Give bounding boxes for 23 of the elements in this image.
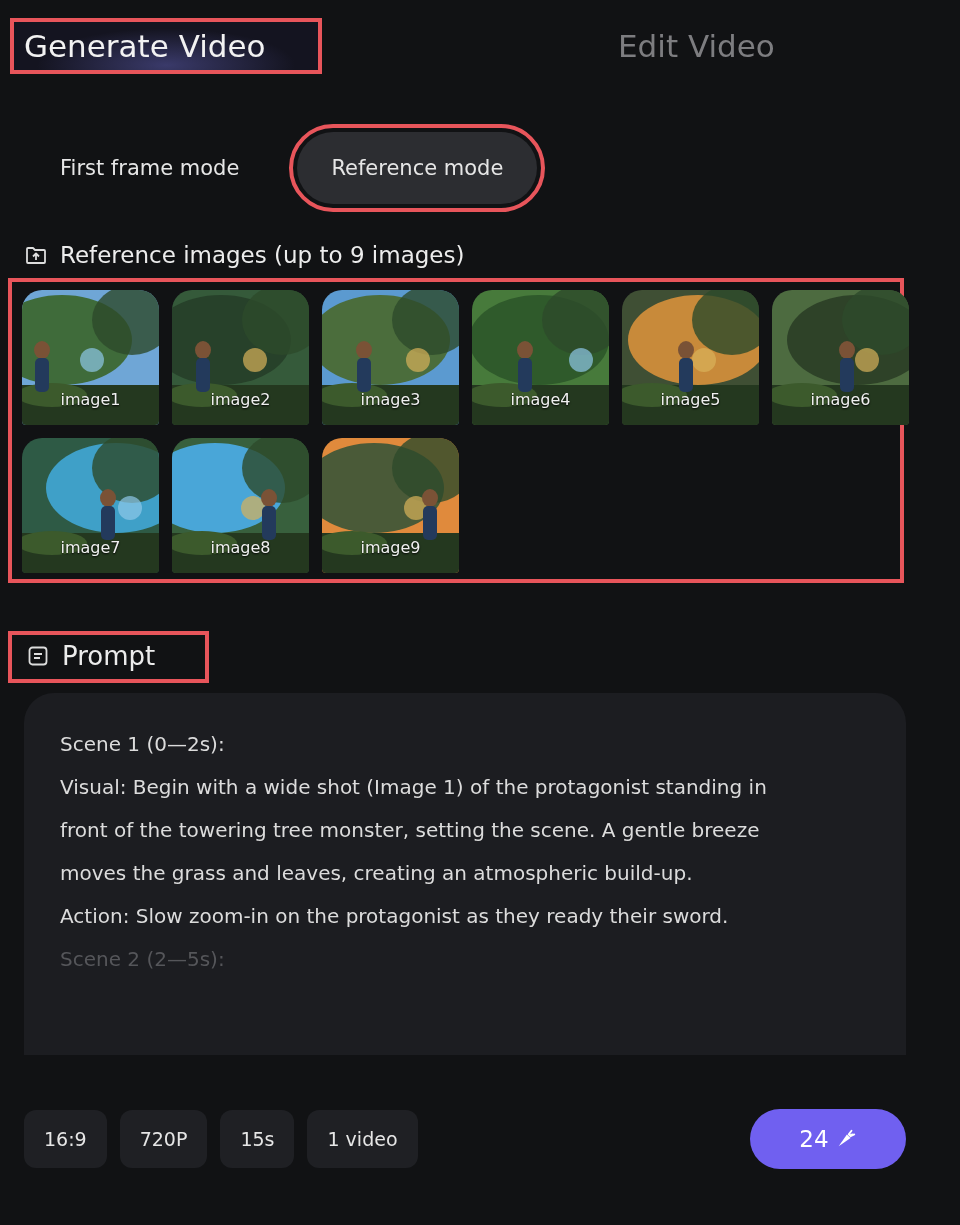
image-caption: image5 <box>659 390 722 409</box>
option-button[interactable]: 720P <box>119 1110 208 1168</box>
prompt-text: Visual: Begin with a wide shot (Image 1) of the protagonist standing in front of the towering tree monster, setting the scene. A gentle breeze moves the grass and leaves, creating an atmospheric build-up. <box>60 774 768 887</box>
prompt-text: Scene 2 (2—5s): <box>60 946 226 973</box>
prompt-text: Action: Slow zoom-in on the protagonist as they ready their sword. <box>60 903 730 930</box>
section-label: Reference images (up to 9 images) <box>60 242 465 268</box>
option-button[interactable]: 1 video <box>307 1110 418 1168</box>
image-caption: image7 <box>59 538 122 557</box>
text-icon <box>26 644 50 668</box>
image-caption: image6 <box>809 390 872 409</box>
prompt-text: Scene 1 (0—2s): <box>60 731 226 758</box>
image-caption: image8 <box>209 538 272 557</box>
image-caption: image4 <box>509 390 572 409</box>
generate-button[interactable]: 24 <box>750 1109 906 1169</box>
image-caption: image1 <box>59 390 122 409</box>
image-caption: image2 <box>209 390 272 409</box>
mode-button[interactable]: First frame mode <box>36 132 264 204</box>
section-label: Prompt <box>62 641 156 671</box>
tab[interactable]: Edit Video <box>608 22 785 70</box>
image-caption: image3 <box>359 390 422 409</box>
image-caption: image9 <box>359 538 422 557</box>
option-button[interactable]: 16:9 <box>24 1110 107 1168</box>
option-button[interactable]: 15s <box>220 1110 295 1168</box>
